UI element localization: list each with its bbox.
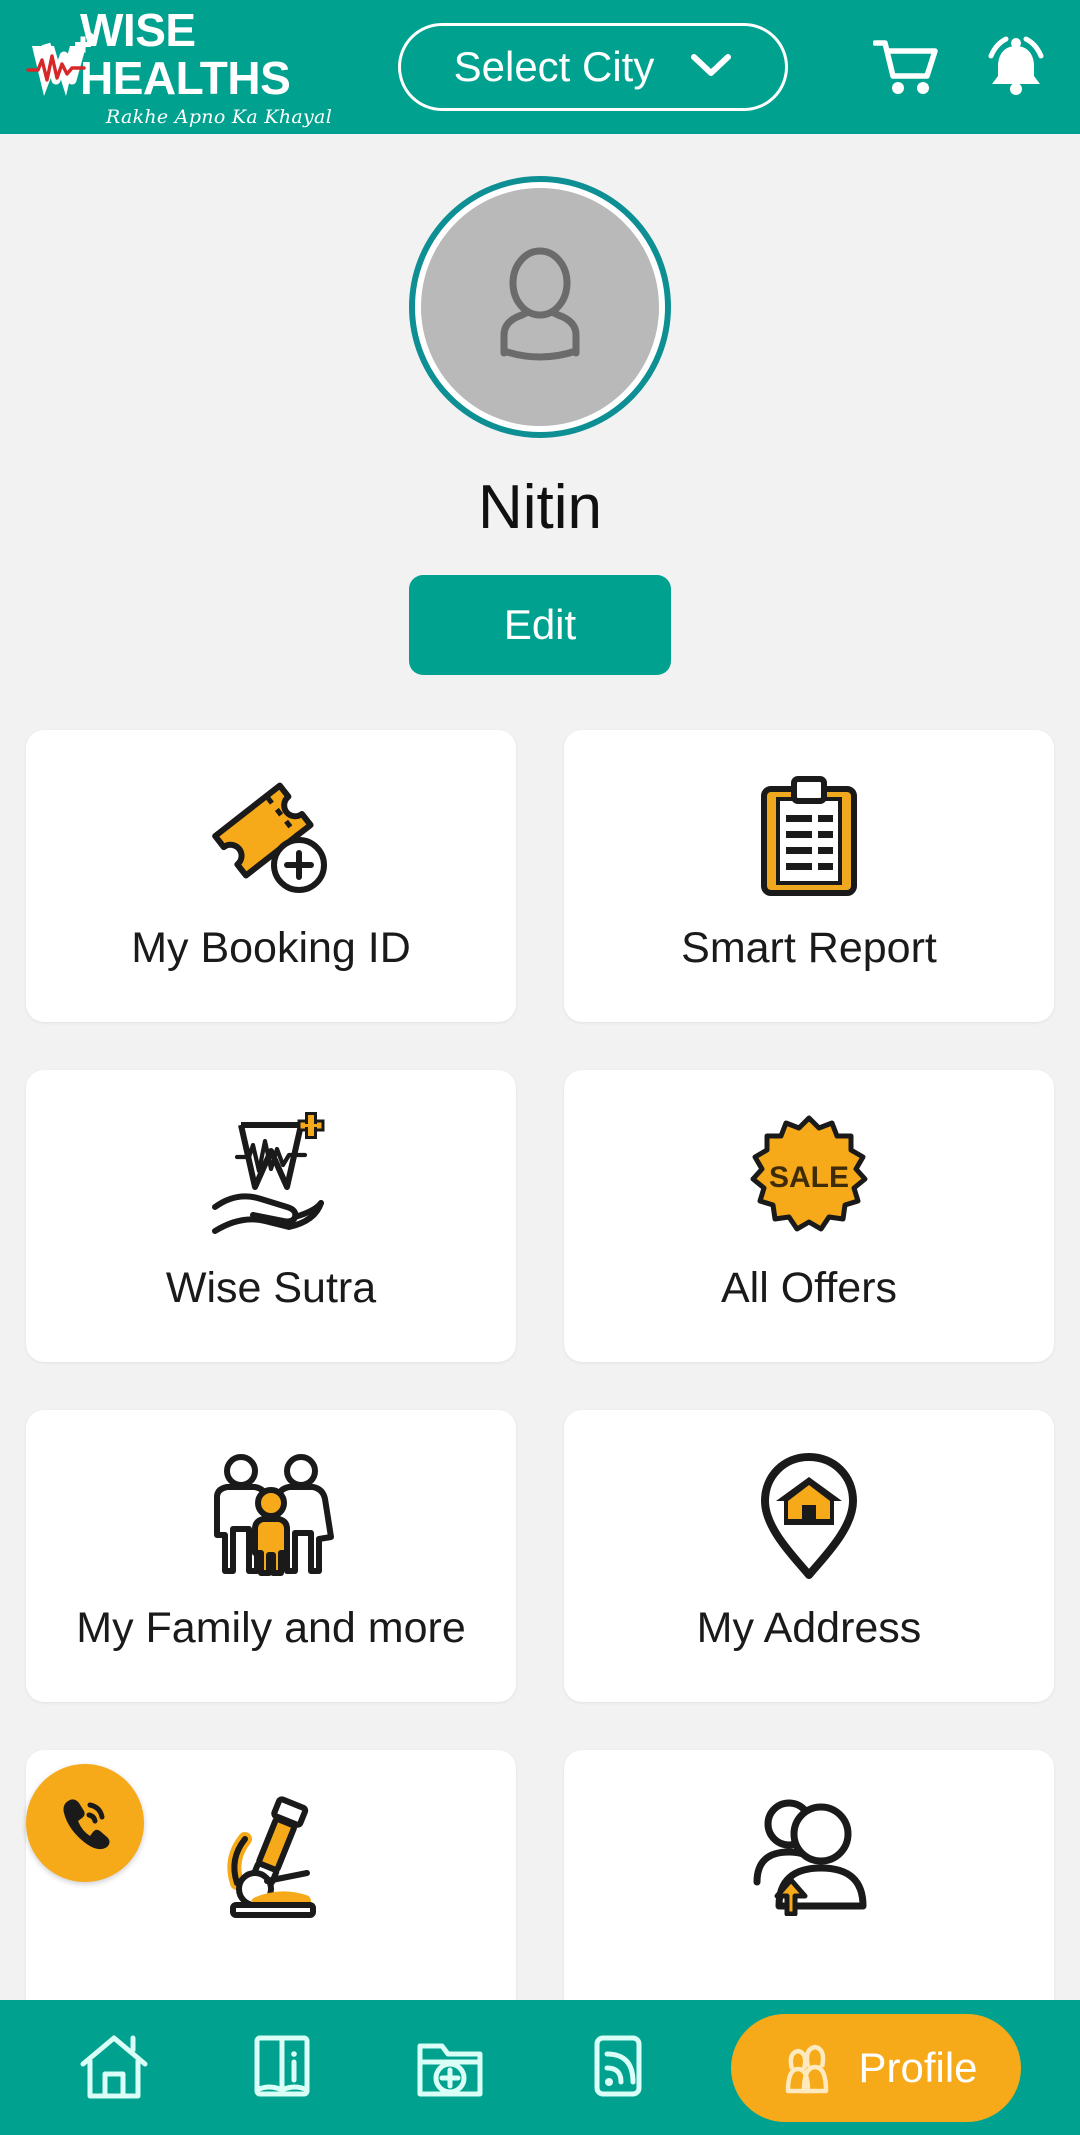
card-label: Wise Sutra [165, 1264, 377, 1312]
brand-logo[interactable]: WISE HEALTHS Rakhe Apno Ka Khayal [26, 6, 366, 128]
app-screen: WISE HEALTHS Rakhe Apno Ka Khayal Select… [0, 0, 1080, 2135]
nav-item-feed[interactable] [563, 2018, 673, 2118]
avatar[interactable] [409, 176, 671, 438]
profile-section: Nitin Edit [0, 134, 1080, 675]
sale-badge-icon: SALE [748, 1110, 870, 1242]
nav-item-profile-label: Profile [858, 2043, 978, 2091]
brand-row: WISE HEALTHS [26, 6, 366, 104]
card-label: Smart Report [681, 924, 937, 972]
brand-tagline-text: Rakhe Apno Ka Khayal [105, 106, 333, 128]
svg-text:SALE: SALE [769, 1161, 849, 1194]
card-my-address[interactable]: My Address [564, 1410, 1054, 1702]
ticket-add-icon [207, 770, 335, 902]
card-my-family-and-more[interactable]: My Family and more [26, 1410, 516, 1702]
card-my-booking-id[interactable]: My Booking ID [26, 730, 516, 1022]
profile-people-icon [774, 2033, 840, 2103]
feed-rss-icon [587, 2030, 649, 2106]
card-wise-sutra[interactable]: Wise Sutra [26, 1070, 516, 1362]
card-switch-user[interactable] [564, 1750, 1054, 2042]
user-avatar-placeholder-icon [470, 235, 610, 379]
family-group-icon [205, 1450, 337, 1582]
nav-item-home[interactable] [59, 2018, 169, 2118]
card-label: My Booking ID [131, 924, 411, 972]
avatar-inner-circle [421, 188, 659, 426]
chevron-down-icon [690, 52, 732, 82]
map-pin-home-icon [754, 1450, 864, 1582]
city-selector[interactable]: Select City [398, 23, 788, 111]
card-label: My Address [696, 1604, 922, 1652]
bottom-navigation-bar: Profile [0, 2000, 1080, 2135]
nav-item-info-book[interactable] [227, 2018, 337, 2118]
menu-grid: My Booking ID Smart Report Wise Sutra SA… [0, 730, 1080, 2042]
switch-user-icon [743, 1790, 875, 1922]
edit-profile-button[interactable]: Edit [409, 575, 671, 675]
app-header: WISE HEALTHS Rakhe Apno Ka Khayal Select… [0, 0, 1080, 134]
folder-add-icon [414, 2030, 486, 2106]
hand-heartbeat-icon [203, 1110, 339, 1242]
card-smart-report[interactable]: Smart Report [564, 730, 1054, 1022]
nav-item-add-record[interactable] [395, 2018, 505, 2118]
notification-bell-icon[interactable] [982, 33, 1050, 101]
shopping-cart-icon[interactable] [872, 33, 940, 101]
header-actions [872, 33, 1054, 101]
book-info-icon [249, 2030, 315, 2106]
call-floating-action-button[interactable] [26, 1764, 144, 1882]
card-label: My Family and more [76, 1604, 466, 1652]
clipboard-report-icon [750, 770, 868, 902]
wise-healths-w-heartbeat-icon [26, 30, 102, 104]
user-name: Nitin [477, 473, 603, 542]
nav-item-profile[interactable]: Profile [731, 2013, 1021, 2122]
brand-name-text: WISE HEALTHS [80, 4, 291, 104]
card-label: All Offers [720, 1264, 898, 1312]
card-all-offers[interactable]: SALE All Offers [564, 1070, 1054, 1362]
home-icon [77, 2030, 151, 2106]
microscope-icon [211, 1790, 331, 1922]
city-selector-label: Select City [453, 43, 655, 90]
phone-call-icon [54, 1791, 116, 1856]
